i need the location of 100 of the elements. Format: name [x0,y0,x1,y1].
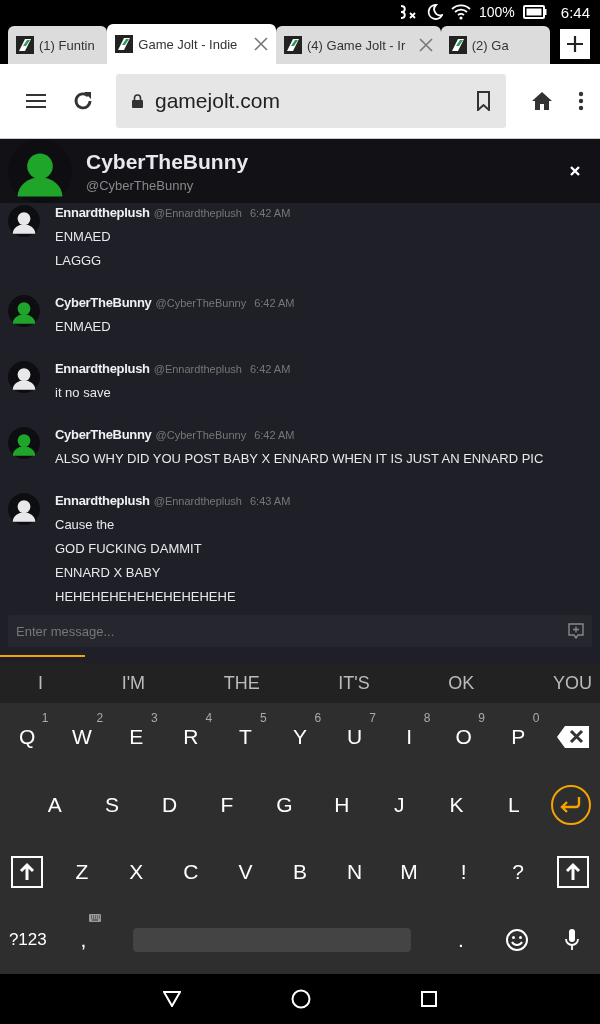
message-text: GOD FUCKING DAMMIT [55,540,203,558]
tab-title: (1) Funtin [39,37,96,53]
key-hint: 8 [423,711,431,725]
keyboard-key[interactable]: H [313,770,371,839]
more-icon[interactable] [578,91,584,111]
browser-tab[interactable]: (4) Game Jolt - Ir [276,26,441,64]
battery-percentage: 100% [479,4,515,20]
shift-icon [11,856,44,889]
key-hint: 0 [532,711,540,725]
keyboard-key[interactable]: . [433,906,489,974]
keyboard-key[interactable]: V [218,838,273,907]
shift-icon [556,856,589,889]
keyboard-key[interactable]: L [485,770,543,839]
suggestion-word[interactable]: THE [223,672,260,694]
keyboard-key[interactable]: G [255,770,314,839]
keyboard-key[interactable]: ?123 [0,906,56,974]
keyboard-key[interactable]: N [327,838,382,907]
url-text: gamejolt.com [155,89,281,113]
keyboard-key[interactable]: J [370,770,428,839]
keyboard-key[interactable]: P 0 [490,703,546,771]
site-logo-icon [16,36,34,54]
user-name: CyberTheBunny [86,149,250,174]
keyboard-key[interactable]: ? [490,838,546,907]
keyboard-key[interactable]: E 3 [109,703,164,771]
battery-icon [522,5,547,19]
keyboard-key[interactable]: T 5 [218,703,273,771]
key-hint: 2 [96,711,104,725]
plus-icon [566,35,584,53]
reload-icon[interactable] [72,90,94,112]
keyboard-key[interactable]: U 7 [327,703,382,771]
message-time: 6:42 AM [254,429,295,441]
message-text: ENNARD X BABY [55,564,162,582]
keyboard-key[interactable]: W 2 [54,703,110,771]
keyboard-key[interactable]: Q 1 [0,703,55,771]
message-text: HEHEHEHEHEHEHEHEHEHE [55,588,237,606]
keyboard-key[interactable]: S [83,770,141,839]
keyboard-key[interactable]: R 4 [163,703,219,771]
menu-icon[interactable] [26,94,46,108]
keyboard-key[interactable]: ! [436,838,491,907]
message-text: ALSO WHY DID YOU POST BABY X ENNARD WHEN IT IS JUST AN ENNARD PIC [55,450,544,468]
bookmark-icon[interactable] [477,91,490,111]
suggestion-word[interactable]: I [38,672,43,694]
lock-icon [132,94,143,108]
message-time: 6:43 AM [250,495,291,507]
recents-icon[interactable] [421,991,437,1007]
author-name[interactable]: Ennardtheplush [55,361,150,376]
keyboard-key[interactable]: K [427,770,486,839]
key-hint: 5 [260,711,267,725]
tab-title: (4) Game Jolt - Ir [307,37,407,53]
author-handle: @Ennardtheplush [153,495,242,507]
keyboard-key[interactable]: Y 6 [272,703,328,771]
suggestion-word[interactable]: IT'S [338,672,370,694]
message-time: 6:42 AM [250,207,291,219]
keyboard-key[interactable]: A [26,770,84,839]
browser-tab[interactable]: (2) Ga [440,26,550,64]
browser-tab[interactable]: Game Jolt - Indie [107,24,276,64]
keyboard-key[interactable]: Z [54,838,110,907]
suggestion-word[interactable]: I'M [121,672,146,694]
message-time: 6:42 AM [254,297,295,309]
backspace-icon [556,725,589,748]
wifi-icon [451,4,471,20]
keyboard-key[interactable]: I 8 [381,703,437,771]
key-hint: 7 [369,711,376,725]
add-comment-icon[interactable] [568,623,584,639]
keyboard-key[interactable]: , [55,906,112,974]
message-text: LAGGG [55,252,103,270]
browser-tab[interactable]: (1) Funtin [8,26,108,64]
keyboard-key[interactable]: C [163,838,219,907]
message-time: 6:42 AM [250,363,291,375]
message-text: Cause the [55,516,116,534]
keyboard-key[interactable]: B [272,838,328,907]
author-name[interactable]: Ennardtheplush [55,205,150,220]
author-handle: @Ennardtheplush [153,207,242,219]
home-icon[interactable] [532,92,552,110]
author-name[interactable]: CyberTheBunny [55,427,152,442]
new-tab-button[interactable] [560,29,590,59]
message-input[interactable]: Enter message... [8,615,592,647]
clock-time: 6:44 [560,3,590,21]
tab-title: Game Jolt - Indie [138,36,239,52]
message-text: ENMAED [55,318,112,336]
keyboard-key[interactable]: O 9 [436,703,491,771]
keyboard-key[interactable]: F [198,770,256,839]
key-hint: 9 [478,711,485,725]
keyboard-key[interactable]: X [109,838,164,907]
address-bar[interactable]: gamejolt.com [116,74,506,128]
suggestion-word[interactable]: YOU [552,672,592,694]
back-icon[interactable] [163,991,181,1007]
author-name[interactable]: Ennardtheplush [55,493,150,508]
key-hint: 4 [205,711,213,725]
message-text: it no save [55,384,112,402]
enter-icon [551,784,592,825]
author-name[interactable]: CyberTheBunny [55,295,152,310]
keyboard-key[interactable]: M [381,838,437,907]
site-logo-icon [115,35,134,53]
key-hint: 3 [150,711,158,725]
home-icon[interactable] [291,989,311,1009]
suggestion-word[interactable]: OK [448,672,475,694]
smiley-icon [505,929,528,952]
keyboard-key[interactable]: D [140,770,199,839]
site-logo-icon [284,36,302,54]
